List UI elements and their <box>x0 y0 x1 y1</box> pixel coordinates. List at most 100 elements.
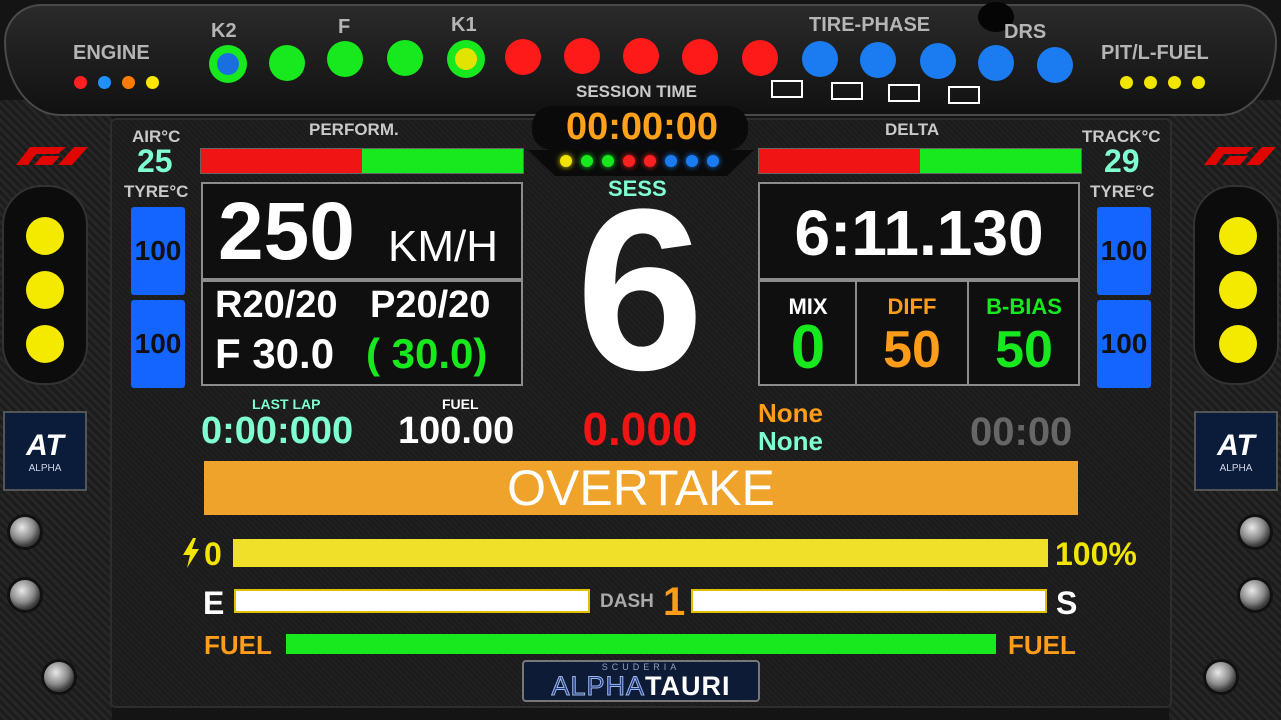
delta-label: DELTA <box>885 120 940 139</box>
drs-box <box>948 86 980 104</box>
fuel-value: 100.00 <box>398 410 515 452</box>
perform-label: PERFORM. <box>309 120 399 139</box>
shift-light-led <box>860 42 896 78</box>
at-monogram: AT <box>26 428 64 462</box>
f1-logo <box>16 147 88 165</box>
diff-value: 50 <box>883 321 941 379</box>
left-tyre-temp-label: TYRE°C <box>124 182 189 201</box>
mini-led <box>707 155 719 167</box>
shift-light-led <box>327 41 363 77</box>
logo-alpha: ALPHA <box>551 671 646 701</box>
diff-label: DIFF <box>887 294 937 319</box>
session-time-value: 00:00:00 <box>565 106 719 148</box>
track-temp-value: 29 <box>1104 143 1140 179</box>
left-front-tyre-temp: 100 <box>131 207 185 295</box>
screw <box>44 662 74 692</box>
bbias-label: B-BIAS <box>986 294 1062 319</box>
shift-light-led <box>802 41 838 77</box>
fuel-bar <box>286 634 996 654</box>
shift-light-led <box>742 40 778 76</box>
screw <box>1240 580 1270 610</box>
fuel-per-lap-target: ( 30.0) <box>366 330 488 377</box>
e-label: E <box>203 585 225 621</box>
perform-bar <box>200 148 524 174</box>
at-badge-text: ALPHA <box>28 462 62 474</box>
ers-min-label: 0 <box>204 536 222 572</box>
session-time-label: SESSION TIME <box>576 82 697 101</box>
f1-logo <box>1204 147 1276 165</box>
shift-light-led <box>387 40 423 76</box>
shift-light-led <box>623 38 659 74</box>
last-lap-value: 0:00:000 <box>201 410 354 452</box>
shift-light-led <box>1037 47 1073 83</box>
pit-timer: 00:00 <box>970 410 1073 454</box>
s-bar <box>691 589 1047 613</box>
screw <box>10 580 40 610</box>
at-badge-text: ALPHA <box>1219 462 1253 474</box>
logo-name: ALPHATAURI <box>524 671 758 701</box>
screw <box>10 517 40 547</box>
bbias-value: 50 <box>995 321 1053 379</box>
overtake-banner: OVERTAKE <box>204 461 1078 515</box>
lap-time-value: 6:11.130 <box>794 197 1044 269</box>
k1-led <box>447 40 485 78</box>
dash-value: 1 <box>663 580 686 624</box>
left-flag-led <box>26 271 64 309</box>
speed-value: 250 <box>218 186 355 277</box>
right-led-pod <box>1193 185 1279 385</box>
logo-tauri: TAURI <box>645 671 731 701</box>
left-flag-led <box>26 217 64 255</box>
k1-led-core <box>455 48 477 70</box>
status-text-1: None <box>758 398 823 428</box>
right-rear-tyre-temp: 100 <box>1097 300 1151 388</box>
overtake-text: OVERTAKE <box>507 460 775 516</box>
drs-box <box>888 84 920 102</box>
lightning-icon <box>183 538 199 568</box>
alphatauri-badge: AT ALPHA <box>3 411 87 491</box>
ers-bar-fill <box>233 539 1048 567</box>
shift-light-led <box>269 45 305 81</box>
k2-led-core <box>217 53 239 75</box>
right-flag-led <box>1219 271 1257 309</box>
screw <box>1206 662 1236 692</box>
dash-label: DASH <box>600 591 654 612</box>
e-bar <box>234 589 590 613</box>
left-led-pod <box>2 185 88 385</box>
fuel-per-lap: F 30.0 <box>215 330 335 377</box>
shift-light-led <box>978 45 1014 81</box>
air-temp-value: 25 <box>137 143 173 179</box>
right-front-tyre-temp: 100 <box>1097 207 1151 295</box>
fuel-bar-right-label: FUEL <box>1008 630 1076 660</box>
fuel-bar-left-label: FUEL <box>204 630 272 660</box>
k2-led <box>209 45 247 83</box>
shift-light-led <box>505 39 541 75</box>
shift-light-led <box>920 43 956 79</box>
at-monogram: AT <box>1217 428 1255 462</box>
mix-value: 0 <box>790 313 826 382</box>
left-flag-led <box>26 325 64 363</box>
right-flag-led <box>1219 325 1257 363</box>
ers-bar <box>233 539 1048 567</box>
gear-indicator: 6 <box>576 161 704 418</box>
s-label: S <box>1056 585 1078 621</box>
delta-bar-fill <box>759 149 920 173</box>
perform-bar-fill <box>201 149 362 173</box>
fuel-bar-fill <box>286 634 996 654</box>
mini-led <box>560 155 572 167</box>
pressure-p: P20/20 <box>370 284 491 326</box>
alphatauri-badge: AT ALPHA <box>1194 411 1278 491</box>
pressure-r: R20/20 <box>215 284 338 326</box>
right-tyre-temp-label: TYRE°C <box>1090 182 1155 201</box>
screw <box>1240 517 1270 547</box>
delta-time: 0.000 <box>582 403 698 455</box>
shift-light-led <box>682 39 718 75</box>
delta-bar <box>758 148 1082 174</box>
status-text-2: None <box>758 426 823 456</box>
alphatauri-logo: SCUDERIA ALPHATAURI <box>522 660 760 702</box>
left-rear-tyre-temp: 100 <box>131 300 185 388</box>
ers-max-label: 100% <box>1055 536 1137 572</box>
shift-light-led <box>564 38 600 74</box>
speed-unit: KM/H <box>388 222 498 271</box>
right-flag-led <box>1219 217 1257 255</box>
drs-box <box>771 80 803 98</box>
